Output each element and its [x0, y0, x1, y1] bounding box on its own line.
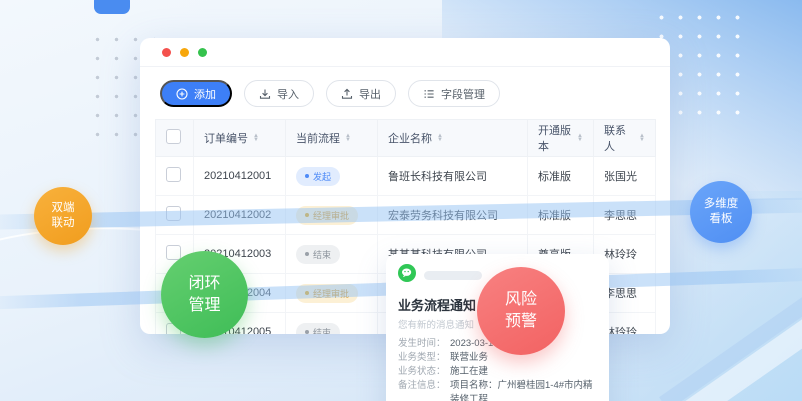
list-icon — [423, 88, 435, 100]
notification-field-status: 业务状态： 施工在建 — [398, 365, 597, 379]
skeleton-bar — [424, 271, 482, 280]
feature-badge-risk-warning: 风险 预警 — [477, 267, 565, 355]
window-maximize-button[interactable] — [198, 48, 207, 57]
row-checkbox[interactable] — [166, 167, 181, 182]
decor-blue-tab — [94, 0, 130, 14]
export-button[interactable]: 导出 — [326, 80, 396, 107]
header-order-no[interactable]: 订单编号 ▲▼ — [194, 120, 286, 157]
import-icon — [259, 88, 271, 100]
wechat-icon — [398, 264, 416, 287]
plus-circle-icon — [176, 88, 188, 100]
import-button-label: 导入 — [277, 86, 299, 102]
status-badge: 结束 — [296, 323, 340, 335]
header-company[interactable]: 企业名称 ▲▼ — [378, 120, 528, 157]
table-row: 20210412001 发起 鲁班长科技有限公司 标准版 张国光 — [156, 157, 656, 196]
field-management-button-label: 字段管理 — [441, 86, 485, 102]
page-background: 添加 导入 导出 — [0, 0, 802, 401]
add-button[interactable]: 添加 — [160, 80, 232, 107]
window-titlebar — [140, 38, 670, 67]
feature-badge-multi-dashboard: 多维度 看板 — [690, 181, 752, 243]
header-contact[interactable]: 联系人 ▲▼ — [594, 120, 656, 157]
header-version[interactable]: 开通版本 ▲▼ — [528, 120, 594, 157]
import-button[interactable]: 导入 — [244, 80, 314, 107]
sort-icon[interactable]: ▲▼ — [345, 134, 351, 142]
sort-icon[interactable]: ▲▼ — [253, 134, 259, 142]
feature-badge-closed-loop: 闭环 管理 — [161, 251, 248, 338]
export-icon — [341, 88, 353, 100]
window-close-button[interactable] — [162, 48, 171, 57]
export-button-label: 导出 — [359, 86, 381, 102]
status-badge: 发起 — [296, 167, 340, 186]
notification-field-remark: 备注信息： 项目名称：广州碧桂园1-4#市内精装修工程 — [398, 379, 597, 401]
sort-icon[interactable]: ▲▼ — [639, 134, 645, 142]
feature-badge-dual-linkage: 双端 联动 — [34, 187, 92, 245]
cell-company: 鲁班长科技有限公司 — [378, 157, 528, 196]
add-button-label: 添加 — [194, 86, 216, 102]
sort-icon[interactable]: ▲▼ — [577, 134, 583, 142]
field-management-button[interactable]: 字段管理 — [408, 80, 500, 107]
cell-version: 标准版 — [528, 157, 594, 196]
toolbar: 添加 导入 导出 — [140, 67, 670, 119]
window-minimize-button[interactable] — [180, 48, 189, 57]
cell-order-no: 20210412001 — [194, 157, 286, 196]
status-badge: 结束 — [296, 245, 340, 264]
sort-icon[interactable]: ▲▼ — [437, 134, 443, 142]
header-current-flow[interactable]: 当前流程 ▲▼ — [286, 120, 378, 157]
notification-field-type: 业务类型： 联营业务 — [398, 351, 597, 365]
table-header-row: 订单编号 ▲▼ 当前流程 ▲▼ 企业名称 ▲▼ 开通版本 ▲▼ — [156, 120, 656, 157]
select-all-checkbox[interactable] — [166, 129, 181, 144]
cell-contact: 张国光 — [594, 157, 656, 196]
